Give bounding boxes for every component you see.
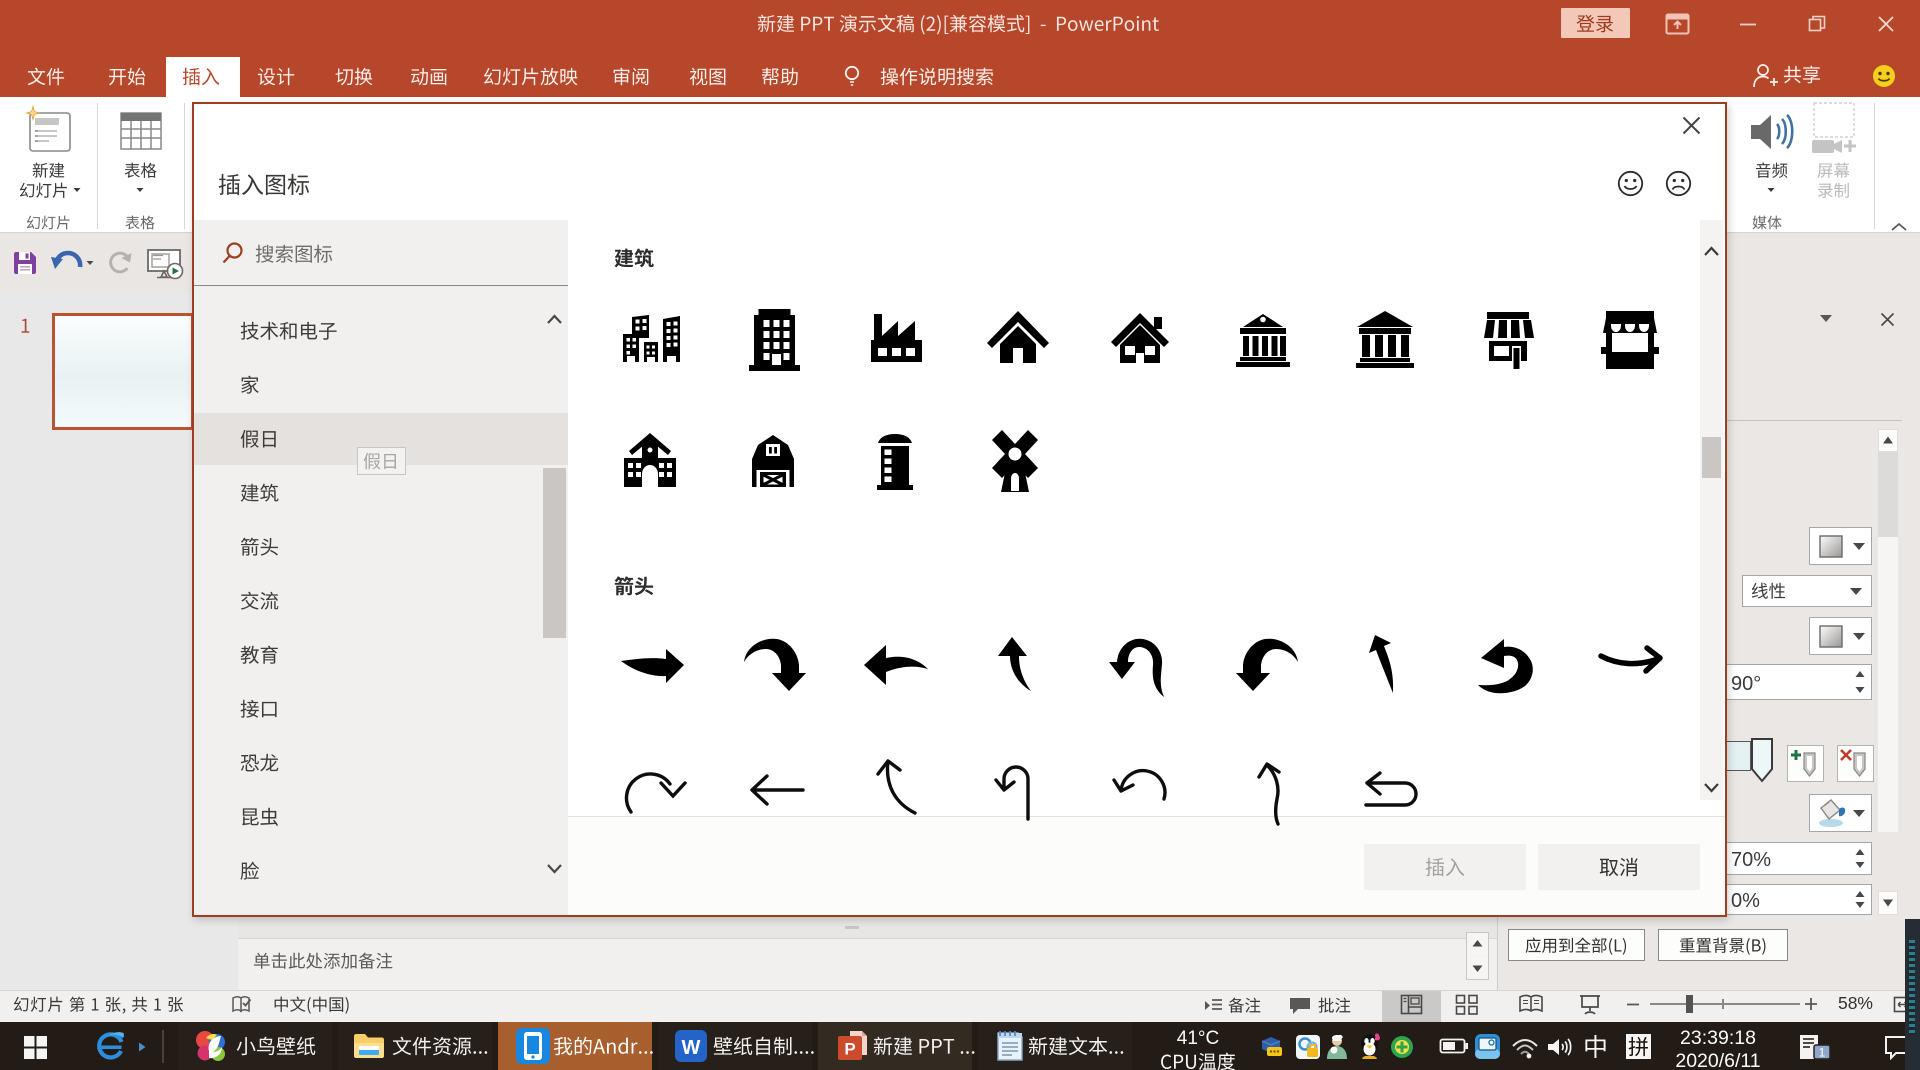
svg-text:1: 1 xyxy=(1819,1046,1826,1060)
svg-text:P: P xyxy=(844,1040,855,1059)
svg-text:W: W xyxy=(682,1037,701,1059)
